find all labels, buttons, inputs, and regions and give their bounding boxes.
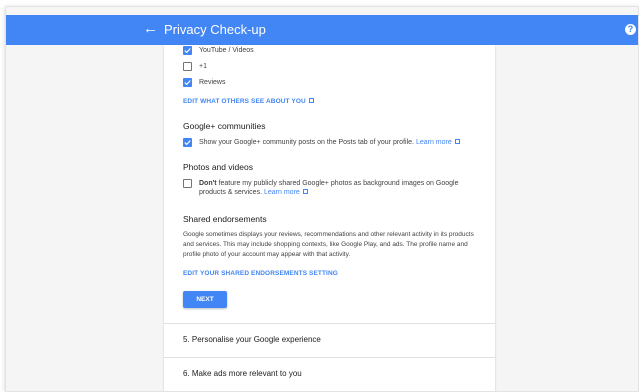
external-link-icon xyxy=(308,97,314,103)
communities-heading: Google+ communities xyxy=(183,121,266,131)
youtube-videos-checkbox[interactable] xyxy=(183,46,192,55)
edit-shared-endorsements-link[interactable]: EDIT YOUR SHARED ENDORSEMENTS SETTING xyxy=(183,269,338,278)
top-app-bar: ← Privacy Check-up ? xyxy=(6,15,638,45)
check-icon xyxy=(184,80,191,86)
photos-learn-more-link[interactable]: Learn more xyxy=(264,189,300,196)
communities-text: Show your Google+ community posts on the… xyxy=(199,139,414,146)
back-arrow-icon[interactable]: ← xyxy=(143,20,158,38)
step-ads-relevance[interactable]: 6. Make ads more relevant to you xyxy=(183,369,302,379)
help-icon[interactable]: ? xyxy=(625,24,636,35)
plus-one-label: +1 xyxy=(199,63,207,70)
reviews-checkbox[interactable] xyxy=(183,78,192,87)
youtube-videos-label: YouTube / Videos xyxy=(199,47,254,54)
browser-window: ← Privacy Check-up ? YouTube / Videos +1… xyxy=(5,6,639,392)
reviews-label: Reviews xyxy=(199,79,226,86)
photos-checkbox[interactable] xyxy=(183,179,192,188)
photos-text: feature my publicly shared Google+ photo… xyxy=(199,180,459,196)
page-title: Privacy Check-up xyxy=(164,22,266,37)
endorsements-paragraph: Google sometimes displays your reviews, … xyxy=(183,231,474,258)
edit-what-others-see-link[interactable]: EDIT WHAT OTHERS SEE ABOUT YOU xyxy=(183,97,314,106)
next-button[interactable]: NEXT xyxy=(183,291,227,308)
check-icon xyxy=(184,140,191,146)
step-personalise[interactable]: 5. Personalise your Google experience xyxy=(183,335,321,345)
communities-checkbox[interactable] xyxy=(183,138,192,147)
photos-bold-word: Don't xyxy=(199,180,217,187)
external-link-icon xyxy=(454,138,460,144)
communities-description: Show your Google+ community posts on the… xyxy=(199,138,489,147)
communities-learn-more-link[interactable]: Learn more xyxy=(416,139,452,146)
photos-description: Don't feature my publicly shared Google+… xyxy=(199,179,484,197)
endorsements-heading: Shared endorsements xyxy=(183,214,267,224)
external-link-icon xyxy=(302,188,308,194)
plus-one-checkbox[interactable] xyxy=(183,62,192,71)
check-icon xyxy=(184,48,191,54)
divider xyxy=(164,357,495,358)
edit-what-others-see-label: EDIT WHAT OTHERS SEE ABOUT YOU xyxy=(183,98,306,105)
divider xyxy=(164,323,495,324)
privacy-checkup-card: YouTube / Videos +1 Reviews EDIT WHAT OT… xyxy=(164,45,495,391)
photos-heading: Photos and videos xyxy=(183,162,253,172)
